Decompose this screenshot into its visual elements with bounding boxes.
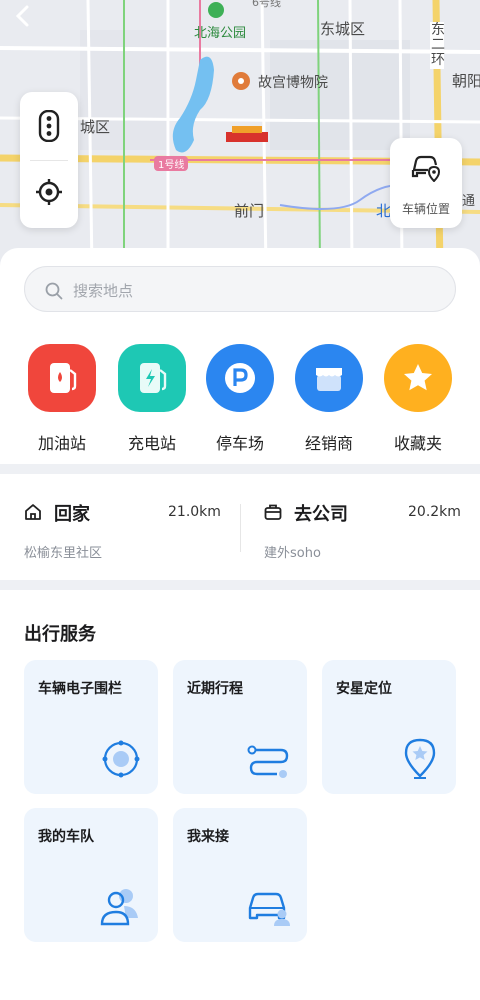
- map-label-park: 北海公园: [194, 26, 247, 41]
- category-gas-station[interactable]: 加油站: [26, 344, 98, 454]
- map-controls: [20, 92, 78, 228]
- map-label-line1: 1号线: [154, 156, 189, 171]
- bottom-sheet: 搜索地点 加油站 充电站 停车场 经销商 收藏夹: [0, 248, 480, 464]
- category-label: 经销商: [304, 434, 353, 453]
- back-arrow-icon[interactable]: [12, 4, 36, 28]
- map-label-tong: 通: [462, 194, 476, 209]
- service-tile-geofence[interactable]: 车辆电子围栏: [24, 660, 158, 794]
- service-tile-pickup[interactable]: 我来接: [173, 808, 307, 942]
- service-tile-label: 我的车队: [38, 829, 94, 845]
- map-label-dongcheng: 东城区: [320, 20, 366, 38]
- location-star-icon: [404, 738, 436, 779]
- map-label-chaoyang: 朝阳: [452, 72, 480, 90]
- category-favorites[interactable]: 收藏夹: [382, 344, 454, 454]
- map-label-district: 城区: [80, 118, 111, 136]
- map-label-bei: 北: [376, 202, 392, 220]
- service-tile-my-fleet[interactable]: 我的车队: [24, 808, 158, 942]
- category-dealer[interactable]: 经销商: [293, 344, 365, 454]
- search-icon: [45, 282, 63, 300]
- parking-icon: [206, 344, 274, 412]
- category-charging-station[interactable]: 充电站: [116, 344, 188, 454]
- service-tile-label: 车辆电子围栏: [38, 681, 122, 697]
- charging-station-icon: [118, 344, 186, 412]
- search-placeholder: 搜索地点: [73, 282, 134, 300]
- fleet-users-icon: [100, 889, 138, 926]
- map-label-museum: 故宫博物院: [258, 75, 328, 91]
- route-icon: [247, 745, 289, 778]
- quick-destinations: 回家 21.0km 松榆东里社区 去公司 20.2km 建外soho: [0, 474, 480, 580]
- category-parking[interactable]: 停车场: [204, 344, 276, 454]
- map-label-line6: 6号线: [252, 0, 281, 9]
- star-icon: [384, 344, 452, 412]
- divider: [30, 160, 68, 161]
- service-tile-label: 我来接: [187, 829, 229, 845]
- home-address: 松榆东里社区: [24, 546, 103, 561]
- category-label: 停车场: [215, 434, 264, 453]
- geofence-icon: [102, 740, 140, 778]
- home-title: 回家: [54, 504, 90, 525]
- vehicle-position-label: 车辆位置: [401, 202, 450, 216]
- category-label: 加油站: [37, 434, 86, 453]
- category-label: 充电站: [127, 434, 176, 453]
- vehicle-position-button[interactable]: 车辆位置: [390, 138, 462, 228]
- dealer-shop-icon: [295, 344, 363, 412]
- work-distance: 20.2km: [408, 504, 461, 520]
- travel-services-section: 出行服务 车辆电子围栏 近期行程 安星定位 我的车队 我来接: [0, 590, 480, 1000]
- service-tile-label: 近期行程: [187, 681, 243, 697]
- search-input[interactable]: 搜索地点: [24, 266, 456, 312]
- map-view[interactable]: 北海公园 6号线 东城区 东二环 朝阳 故宫博物院 城区 1号线 前门 北 通: [0, 0, 480, 270]
- section-title: 出行服务: [24, 624, 96, 645]
- map-label-ring: 东二环: [430, 22, 445, 69]
- work-title: 去公司: [294, 504, 348, 525]
- map-label-qianmen: 前门: [234, 202, 265, 220]
- fuel-pump-icon: [28, 344, 96, 412]
- work-address: 建外soho: [264, 546, 321, 561]
- service-tile-label: 安星定位: [336, 681, 392, 697]
- home-distance: 21.0km: [168, 504, 221, 520]
- category-label: 收藏夹: [393, 434, 442, 453]
- home-icon: [25, 504, 41, 520]
- car-pickup-icon: [248, 892, 290, 926]
- briefcase-icon: [264, 504, 282, 520]
- service-tile-anxing-location[interactable]: 安星定位: [322, 660, 456, 794]
- divider: [240, 504, 241, 552]
- service-tile-recent-trips[interactable]: 近期行程: [173, 660, 307, 794]
